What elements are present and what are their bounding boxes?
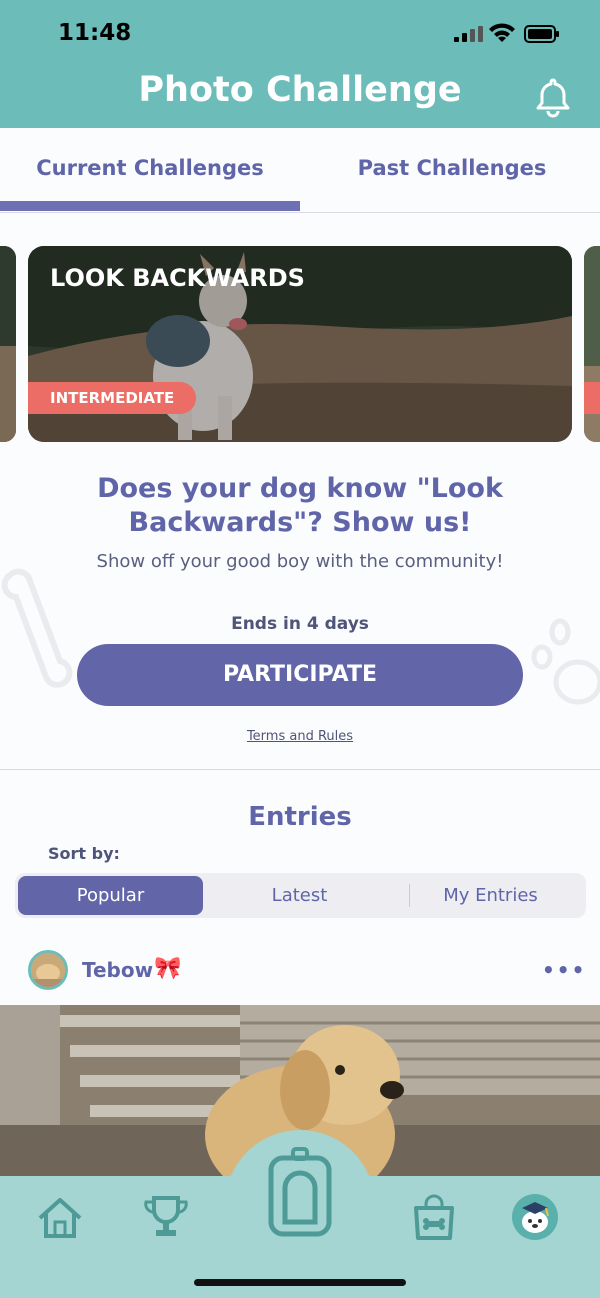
active-tab-indicator xyxy=(0,201,300,211)
tab-current-challenges[interactable]: Current Challenges xyxy=(0,156,300,180)
sort-popular-button[interactable]: Popular xyxy=(18,876,203,915)
sort-latest-button[interactable]: Latest xyxy=(207,876,392,915)
sort-segmented-control: Popular Latest My Entries xyxy=(15,873,586,918)
more-icon[interactable]: ••• xyxy=(542,958,586,982)
trophy-icon[interactable] xyxy=(142,1194,190,1240)
home-indicator xyxy=(194,1279,406,1286)
status-time: 11:48 xyxy=(58,20,132,46)
challenge-tabs: Current Challenges Past Challenges xyxy=(0,128,600,213)
difficulty-badge: INTERMEDIATE xyxy=(28,382,197,414)
challenge-carousel[interactable]: LOOK BACKWARDS INTERMEDIATE xyxy=(0,246,600,442)
bow-emoji: 🎀 xyxy=(154,956,182,981)
challenge-subtitle: Show off your good boy with the communit… xyxy=(96,551,504,572)
avatar-photo xyxy=(31,953,65,987)
entry-author-name[interactable]: Tebow xyxy=(82,958,153,982)
terms-and-rules-link[interactable]: Terms and Rules xyxy=(0,729,600,744)
previous-card-photo xyxy=(0,246,16,442)
signal-icon xyxy=(454,26,483,42)
home-icon[interactable] xyxy=(36,1196,84,1240)
participate-button[interactable]: PARTICIPATE xyxy=(77,644,523,706)
battery-icon xyxy=(524,25,559,43)
entries-title: Entries xyxy=(248,802,352,832)
camera-tab-icon[interactable] xyxy=(267,1146,333,1238)
bell-icon[interactable] xyxy=(532,76,574,118)
challenge-heading: Does your dog know "Look Backwards"? Sho… xyxy=(97,473,503,538)
profile-avatar-icon[interactable] xyxy=(510,1192,560,1242)
entry-avatar[interactable] xyxy=(28,950,68,990)
section-divider xyxy=(0,769,600,770)
challenge-card-title: LOOK BACKWARDS xyxy=(50,264,305,292)
previous-challenge-card[interactable] xyxy=(0,246,16,442)
next-challenge-card[interactable] xyxy=(584,246,600,442)
wifi-icon xyxy=(489,23,515,42)
sort-label: Sort by: xyxy=(48,844,120,863)
challenge-card[interactable]: LOOK BACKWARDS INTERMEDIATE xyxy=(28,246,572,442)
page-title: Photo Challenge xyxy=(138,70,462,110)
sort-my-entries-button[interactable]: My Entries xyxy=(398,876,583,915)
next-card-photo xyxy=(584,246,600,442)
entry-header: Tebow 🎀 ••• xyxy=(0,950,600,994)
app-header: 11:48 Photo Challenge xyxy=(0,0,600,128)
tab-past-challenges[interactable]: Past Challenges xyxy=(302,156,600,180)
shop-icon[interactable] xyxy=(412,1194,456,1240)
challenge-deadline: Ends in 4 days xyxy=(231,614,369,634)
